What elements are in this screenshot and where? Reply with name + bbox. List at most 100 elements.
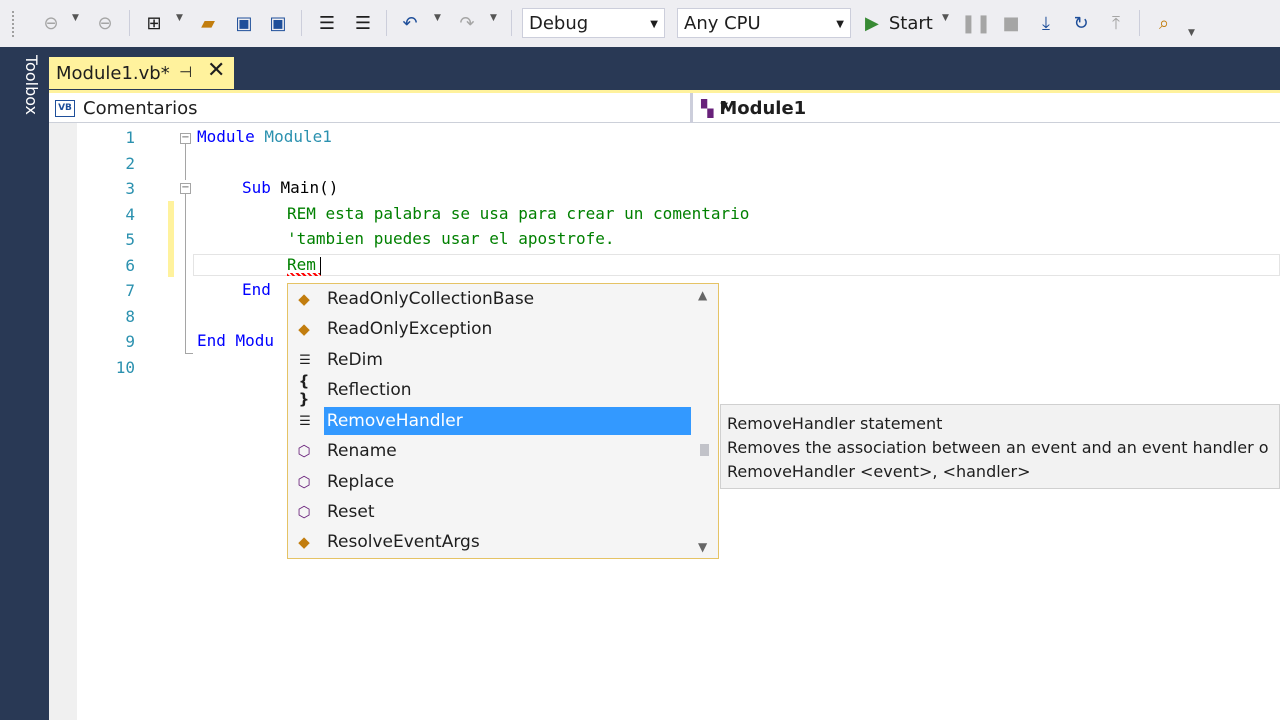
toolbar-overflow-icon[interactable]: ▼: [1188, 28, 1195, 38]
new-project-icon[interactable]: ⊞: [141, 6, 167, 40]
code-line-7: End: [242, 280, 271, 299]
navigate-forward-icon[interactable]: ⊖: [92, 6, 118, 40]
undo-dropdown-icon[interactable]: ▼: [434, 13, 441, 23]
code-line-3: Sub Main(): [242, 178, 338, 198]
class-icon: ◆: [298, 320, 310, 338]
module-icon: ▚: [701, 98, 714, 118]
pause-icon[interactable]: ❚❚: [961, 6, 991, 40]
step-over-icon[interactable]: ↻: [1068, 6, 1094, 40]
method-icon: ⬡: [297, 473, 311, 491]
play-icon: ▶: [865, 12, 879, 34]
back-dropdown-icon[interactable]: ▼: [72, 13, 79, 23]
redo-dropdown-icon[interactable]: ▼: [490, 13, 497, 23]
save-all-icon[interactable]: ▣: [265, 6, 291, 40]
line-number: 6: [125, 256, 135, 275]
code-line-5: 'tambien puedes usar el apostrofe.: [287, 229, 615, 248]
scroll-up-icon[interactable]: ▲: [698, 288, 707, 302]
line-number: 10: [115, 358, 135, 377]
platform-value: Any CPU: [684, 12, 761, 34]
completion-item[interactable]: ◆ ReadOnlyCollectionBase: [288, 284, 691, 314]
keyword-token: Sub: [242, 178, 271, 197]
line-number: 4: [125, 205, 135, 224]
completion-item-selected[interactable]: ☰ RemoveHandler: [288, 406, 691, 436]
platform-select[interactable]: Any CPU ▼: [677, 8, 851, 38]
navigation-bar: VB Comentarios ▼ ▚ Module1: [49, 90, 1280, 123]
tab-module1[interactable]: Module1.vb* ⊣ ✕: [49, 57, 234, 89]
intellisense-completion-list[interactable]: ◆ ReadOnlyCollectionBase ◆ ReadOnlyExcep…: [287, 283, 719, 559]
identifier-token: Module1: [254, 127, 332, 146]
save-icon[interactable]: ▣: [231, 6, 257, 40]
scrollbar-thumb[interactable]: [700, 444, 709, 456]
method-icon: ⬡: [297, 442, 311, 460]
member-select[interactable]: VB Comentarios ▼: [55, 95, 728, 121]
code-line-4: REM esta palabra se usa para crear un co…: [287, 204, 750, 223]
tooltip-syntax: RemoveHandler <event>, <handler>: [727, 462, 1031, 481]
method-icon: ⬡: [297, 503, 311, 521]
error-squiggle: [287, 273, 321, 276]
main-toolbar: ⊖ ▼ ⊖ ⊞ ▼ ▰ ▣ ▣ ☰ ☰ ↶ ▼ ↷ ▼ Debug ▼ Any …: [0, 0, 1280, 48]
scroll-down-icon[interactable]: ▼: [698, 540, 707, 554]
keyword-token: Module: [197, 127, 255, 146]
undo-icon[interactable]: ↶: [397, 6, 423, 40]
tab-title: Module1.vb*: [56, 62, 170, 84]
start-button[interactable]: ▶ Start: [865, 8, 933, 38]
pin-icon[interactable]: ⊣: [179, 63, 192, 81]
completion-item[interactable]: ⬡ Rename: [288, 436, 691, 466]
type-select-value: Module1: [719, 97, 807, 119]
find-in-files-icon[interactable]: ⌕: [1151, 6, 1177, 40]
step-out-icon[interactable]: ⤒: [1103, 6, 1129, 40]
quick-info-tooltip: RemoveHandler statement Removes the asso…: [720, 404, 1280, 489]
toolbox-tab[interactable]: Toolbox: [15, 55, 41, 125]
code-line-9: End Modu: [197, 331, 275, 350]
current-line-highlight: [193, 254, 1280, 276]
open-file-icon[interactable]: ▰: [195, 6, 221, 40]
new-project-dropdown-icon[interactable]: ▼: [176, 13, 183, 23]
code-line-1: Module Module1: [197, 127, 332, 147]
start-dropdown-icon[interactable]: ▼: [942, 13, 949, 23]
code-line-6: Rem: [287, 255, 316, 274]
solution-config-select[interactable]: Debug ▼: [522, 8, 665, 38]
toolbar-grip[interactable]: [11, 10, 16, 38]
collapse-sub-icon[interactable]: −: [180, 183, 191, 194]
chevron-down-icon: ▼: [650, 19, 658, 30]
line-number: 2: [125, 154, 135, 173]
completion-item[interactable]: { } Reflection: [288, 372, 691, 408]
type-select[interactable]: ▚ Module1: [701, 95, 806, 121]
close-icon[interactable]: ✕: [207, 58, 225, 83]
completion-item[interactable]: ☰ ReDim: [288, 345, 691, 375]
editor-vertical-scrollbar[interactable]: [1268, 123, 1280, 720]
change-tracking-bar: [168, 201, 174, 277]
start-label: Start: [888, 12, 933, 34]
namespace-icon: { }: [298, 372, 310, 408]
stop-icon[interactable]: ■: [998, 6, 1024, 40]
keyword-icon: ☰: [299, 352, 311, 368]
line-number: 9: [125, 332, 135, 351]
member-select-value: Comentarios: [83, 97, 198, 119]
redo-icon[interactable]: ↷: [454, 6, 480, 40]
completion-item[interactable]: ◆ ResolveEventArgs: [288, 527, 691, 557]
collapse-module-icon[interactable]: −: [180, 133, 191, 144]
line-number: 8: [125, 307, 135, 326]
line-number: 5: [125, 230, 135, 249]
completion-item[interactable]: ◆ ReadOnlyException: [288, 314, 691, 344]
toolbar-separator: [511, 10, 512, 36]
tooltip-title: RemoveHandler statement: [727, 414, 943, 433]
completion-item[interactable]: ⬡ Replace: [288, 467, 691, 497]
navigate-back-icon[interactable]: ⊖: [38, 6, 64, 40]
class-icon: ◆: [298, 533, 310, 551]
indent-icon[interactable]: ☰: [350, 6, 376, 40]
vb-file-icon: VB: [55, 99, 75, 117]
outline-guide: [185, 194, 186, 354]
completion-item[interactable]: ⬡ Reset: [288, 497, 691, 527]
navbar-splitter[interactable]: [690, 93, 693, 123]
selection-margin[interactable]: [49, 123, 77, 720]
outdent-icon[interactable]: ☰: [314, 6, 340, 40]
line-number: 7: [125, 281, 135, 300]
identifier-token: Main(): [270, 178, 339, 197]
line-number: 1: [125, 128, 135, 147]
step-into-icon[interactable]: ⤓: [1033, 6, 1059, 40]
chevron-down-icon: ▼: [836, 19, 844, 30]
toolbar-separator: [386, 10, 387, 36]
completion-scrollbar[interactable]: ▲ ▼: [690, 284, 718, 558]
keyword-icon: ☰: [299, 413, 311, 429]
